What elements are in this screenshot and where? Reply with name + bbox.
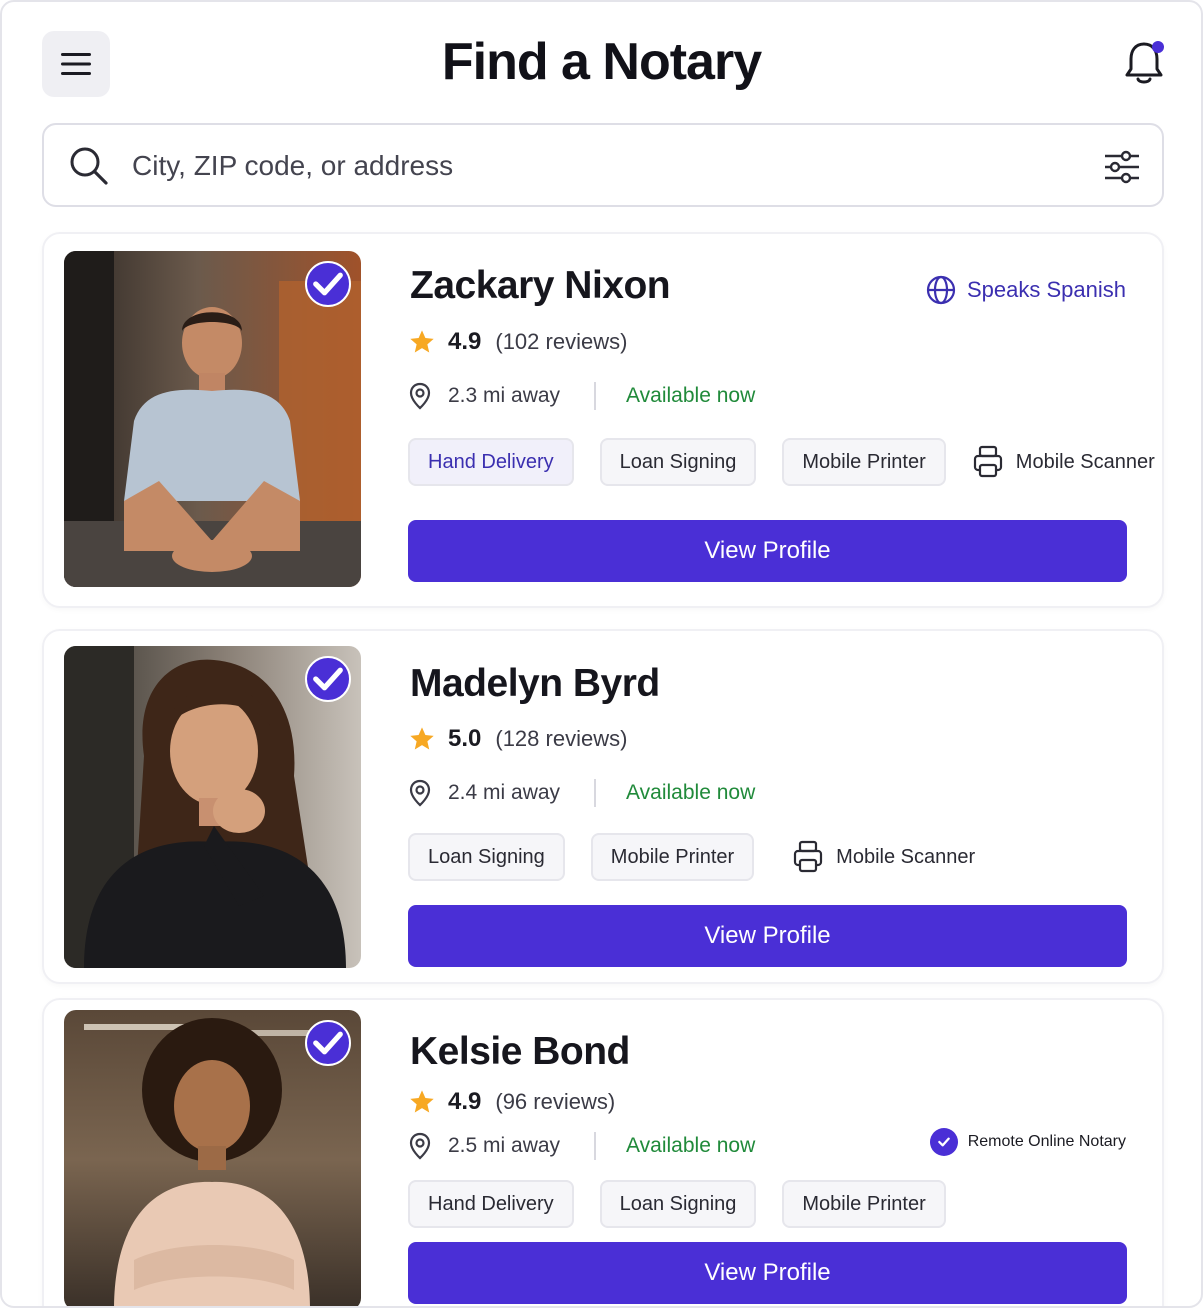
rating: 4.9 (96 reviews) (408, 1088, 615, 1116)
notifications-button[interactable] (1122, 38, 1170, 88)
tag-mobile-scanner-label: Mobile Scanner (1015, 450, 1155, 473)
notary-photo (64, 1010, 361, 1306)
tag-mobile-scanner[interactable]: Mobile Scanner (792, 839, 975, 875)
location-availability: 2.4 mi away Available now (408, 779, 755, 807)
verified-badge-icon (305, 261, 351, 307)
star-icon (410, 330, 434, 353)
rating-score: 5.0 (448, 725, 482, 752)
star-icon (410, 727, 434, 750)
language-label: Speaks Spanish (967, 277, 1126, 302)
availability-status: Available now (626, 384, 756, 407)
notary-card: Madelyn Byrd 5.0 (128 reviews) 2.4 mi aw… (42, 629, 1164, 984)
map-pin-icon (409, 1132, 431, 1160)
tag-mobile-printer[interactable]: Mobile Printer (590, 833, 755, 881)
availability-status: Available now (626, 1134, 756, 1157)
divider (594, 1132, 597, 1160)
notary-card: Kelsie Bond 4.9 (96 reviews) 2.5 mi away… (42, 998, 1164, 1306)
distance: 2.5 mi away (448, 1134, 561, 1157)
service-tags: Hand Delivery Loan Signing Mobile Printe… (408, 438, 1155, 486)
notary-name[interactable]: Zackary Nixon (410, 264, 671, 308)
rating: 4.9 (102 reviews) (408, 328, 627, 356)
tag-hand-delivery[interactable]: Hand Delivery (408, 438, 574, 486)
rating-score: 4.9 (448, 328, 482, 355)
service-tags: Hand Delivery Loan Signing Mobile Printe… (408, 1180, 972, 1228)
divider (594, 779, 597, 807)
divider (594, 382, 597, 410)
view-profile-button[interactable]: View Profile (408, 905, 1127, 967)
tag-mobile-printer[interactable]: Mobile Printer (782, 1180, 946, 1228)
review-count[interactable]: (128 reviews) (495, 726, 627, 752)
tag-loan-signing[interactable]: Loan Signing (599, 438, 757, 486)
search-bar (42, 123, 1164, 207)
notary-card: Zackary Nixon Speaks Spanish 4.9 (102 re… (42, 232, 1164, 608)
review-count[interactable]: (102 reviews) (495, 329, 627, 355)
location-availability: 2.5 mi away Available now (408, 1132, 755, 1160)
app-frame: Find a Notary City, ZIP code, or address… (0, 0, 1203, 1308)
availability-status: Available now (626, 781, 756, 804)
tag-mobile-printer[interactable]: Mobile Printer (782, 438, 946, 486)
remote-online-notary-label: Remote Online Notary (967, 1133, 1126, 1150)
view-profile-button[interactable]: View Profile (408, 520, 1127, 582)
map-pin-icon (409, 779, 431, 807)
map-pin-icon (409, 382, 431, 410)
tag-loan-signing[interactable]: Loan Signing (408, 833, 565, 881)
tag-loan-signing[interactable]: Loan Signing (599, 1180, 757, 1228)
check-circle-icon (929, 1128, 958, 1156)
notary-name[interactable]: Madelyn Byrd (410, 662, 660, 706)
filter-sliders-icon[interactable] (1102, 147, 1142, 187)
star-icon (410, 1090, 434, 1113)
verified-badge-icon (305, 1020, 351, 1066)
review-count[interactable]: (96 reviews) (495, 1089, 615, 1115)
service-tags: Loan Signing Mobile Printer Mobile Scann… (408, 833, 975, 881)
printer-icon (794, 840, 823, 873)
location-availability: 2.3 mi away Available now (408, 382, 755, 410)
remote-online-notary-badge: Remote Online Notary (929, 1128, 1126, 1156)
rating: 5.0 (128 reviews) (408, 725, 627, 753)
verified-badge-icon (305, 656, 351, 702)
rating-score: 4.9 (448, 1088, 482, 1115)
search-input[interactable] (132, 143, 1072, 189)
globe-icon (926, 275, 956, 305)
view-profile-button[interactable]: View Profile (408, 1242, 1127, 1304)
notary-photo (64, 646, 361, 968)
search-icon (70, 147, 108, 185)
tag-mobile-scanner-label: Mobile Scanner (836, 845, 976, 868)
tag-hand-delivery[interactable]: Hand Delivery (408, 1180, 574, 1228)
notary-photo (64, 251, 361, 587)
notification-dot (1152, 41, 1164, 53)
distance: 2.3 mi away (448, 384, 561, 407)
notary-name[interactable]: Kelsie Bond (410, 1030, 630, 1074)
distance: 2.4 mi away (448, 781, 561, 804)
printer-icon (973, 445, 1002, 478)
tag-mobile-scanner[interactable]: Mobile Scanner (972, 444, 1155, 480)
language-badge: Speaks Spanish (925, 274, 1126, 306)
page-title: Find a Notary (441, 33, 762, 91)
